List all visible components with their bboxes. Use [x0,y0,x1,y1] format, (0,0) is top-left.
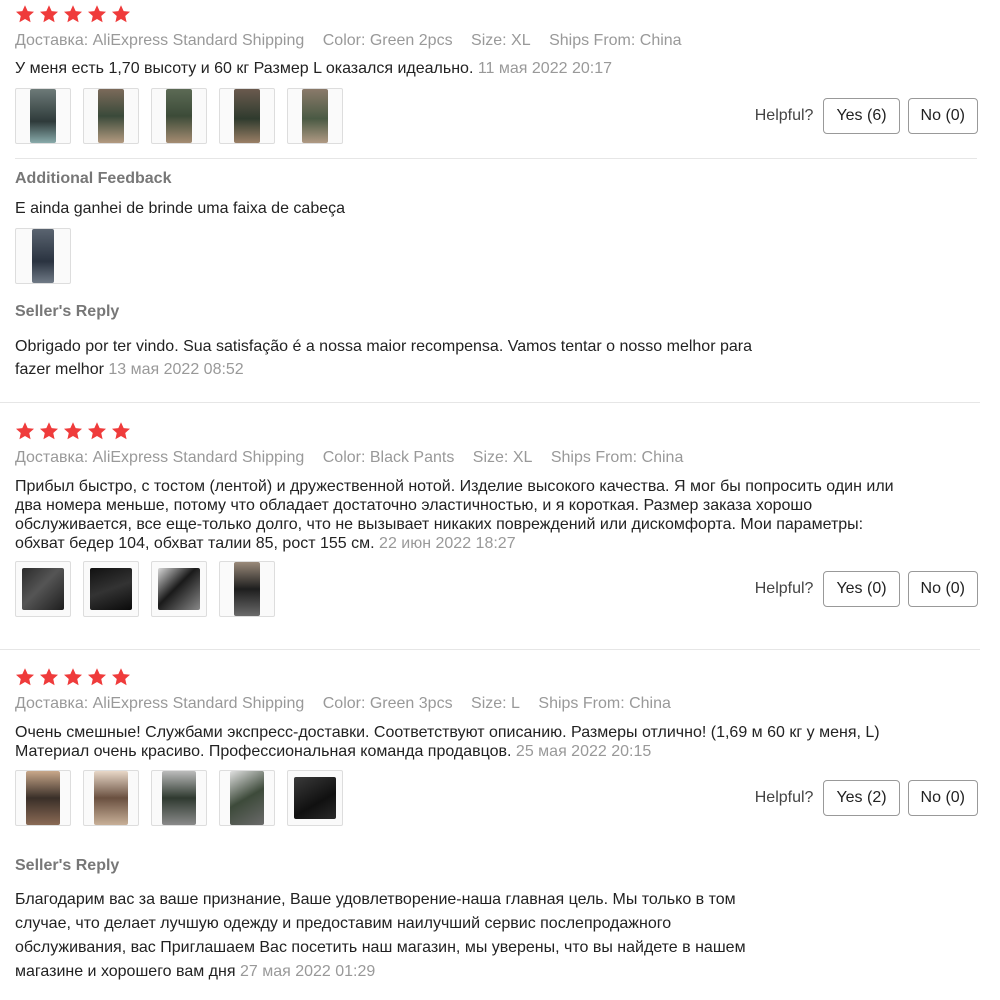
review-line: Очень смешные! Службами экспресс-доставк… [15,724,880,741]
seller-reply-line: обслуживания, вас Приглашаем Вас посетит… [15,939,746,956]
star-icon [39,667,59,687]
helpful-voting: Helpful? Yes (0) No (0) [755,571,978,607]
divider [15,158,977,159]
review-card: Доставка: AliExpress Standard Shipping C… [0,666,1000,1000]
star-icon [111,4,131,24]
helpful-yes-button[interactable]: Yes (0) [823,571,900,607]
seller-reply-text: Благодарим вас за ваше признание, Ваше у… [15,888,746,984]
review-photo[interactable] [15,770,71,826]
helpful-no-button[interactable]: No (0) [907,780,978,816]
star-icon [39,421,59,441]
seller-reply-line: случае, что делает лучшую одежду и предо… [15,915,672,932]
additional-feedback-title: Additional Feedback [15,170,172,187]
review-photo[interactable] [83,770,139,826]
product-color: Color: Black Pants [322,449,455,466]
order-info: Доставка: AliExpress Standard Shipping C… [15,32,696,50]
product-color: Color: Green 2pcs [322,32,453,49]
star-rating [15,421,131,441]
review-text: У меня есть 1,70 высоту и 60 кг Размер L… [15,59,612,78]
review-card: Доставка: AliExpress Standard Shipping C… [0,0,1000,400]
helpful-voting: Helpful? Yes (6) No (0) [755,98,978,134]
review-photo[interactable] [287,88,343,144]
review-photo[interactable] [219,561,275,617]
seller-reply-line: fazer melhor [15,361,104,378]
seller-reply-line: Благодарим вас за ваше признание, Ваше у… [15,891,736,908]
seller-reply-date: 27 мая 2022 01:29 [239,963,376,980]
helpful-label: Helpful? [754,107,814,124]
product-size: Size: XL [472,449,533,466]
star-icon [111,421,131,441]
review-date: 22 июн 2022 18:27 [379,535,516,552]
review-photo[interactable] [151,88,207,144]
review-photo[interactable] [83,88,139,144]
review-line: Прибыл быстро, с тостом (лентой) и друже… [15,478,894,495]
review-photo[interactable] [151,561,207,617]
review-photo[interactable] [15,88,71,144]
star-icon [63,4,83,24]
additional-feedback-photos [15,228,71,284]
shipping-method: Доставка: AliExpress Standard Shipping [15,32,305,49]
star-rating [15,4,131,24]
star-icon [87,4,107,24]
review-date: 11 мая 2022 20:17 [477,60,612,77]
star-icon [87,421,107,441]
review-photos [15,770,343,826]
star-icon [63,421,83,441]
review-divider [0,402,980,403]
shipping-method: Доставка: AliExpress Standard Shipping [15,449,305,466]
helpful-yes-button[interactable]: Yes (6) [823,98,900,134]
star-icon [15,421,35,441]
review-photo[interactable] [15,228,71,284]
helpful-label: Helpful? [754,789,814,806]
review-photo[interactable] [287,770,343,826]
ships-from: Ships From: China [550,449,684,466]
product-size: Size: L [471,695,520,712]
review-photo[interactable] [83,561,139,617]
helpful-label: Helpful? [754,580,814,597]
star-icon [63,667,83,687]
seller-reply-title: Seller's Reply [15,303,120,320]
ships-from: Ships From: China [549,32,682,49]
review-date: 25 мая 2022 20:15 [515,743,652,760]
seller-reply-date: 13 мая 2022 08:52 [108,361,244,378]
review-line: Материал очень красиво. Профессиональная… [15,743,512,760]
review-line: обслуживается, все еще-только долго, что… [15,516,864,533]
review-line: два номера меньше, потому что обладает д… [15,497,813,514]
helpful-yes-button[interactable]: Yes (2) [823,780,900,816]
review-card: Доставка: AliExpress Standard Shipping C… [0,420,1000,645]
star-icon [111,667,131,687]
order-info: Доставка: AliExpress Standard Shipping C… [15,449,697,467]
ships-from: Ships From: China [538,695,671,712]
review-photo[interactable] [219,88,275,144]
star-icon [87,667,107,687]
review-photos [15,561,275,617]
helpful-voting: Helpful? Yes (2) No (0) [755,780,978,816]
star-icon [39,4,59,24]
seller-reply-title: Seller's Reply [15,857,120,874]
shipping-method: Доставка: AliExpress Standard Shipping [15,695,305,712]
star-icon [15,667,35,687]
review-text: Очень смешные! Службами экспресс-доставк… [15,723,880,761]
star-rating [15,667,131,687]
seller-reply-line: магазине и хорошего вам дня [15,963,236,980]
star-icon [15,4,35,24]
review-photo[interactable] [151,770,207,826]
review-photos [15,88,343,144]
review-divider [0,649,980,650]
order-info: Доставка: AliExpress Standard Shipping C… [15,695,685,713]
seller-reply-text: Obrigado por ter vindo. Sua satisfação é… [15,335,752,381]
review-body: У меня есть 1,70 высоту и 60 кг Размер L… [15,60,474,77]
review-text: Прибыл быстро, с тостом (лентой) и друже… [15,477,894,553]
product-color: Color: Green 3pcs [322,695,453,712]
review-line: обхват бедер 104, обхват талии 85, рост … [15,535,375,552]
helpful-no-button[interactable]: No (0) [907,98,978,134]
product-size: Size: XL [471,32,531,49]
review-photo[interactable] [15,561,71,617]
additional-feedback-text: E ainda ganhei de brinde uma faixa de ca… [15,200,346,217]
seller-reply-line: Obrigado por ter vindo. Sua satisfação é… [15,338,752,355]
helpful-no-button[interactable]: No (0) [907,571,978,607]
review-photo[interactable] [219,770,275,826]
